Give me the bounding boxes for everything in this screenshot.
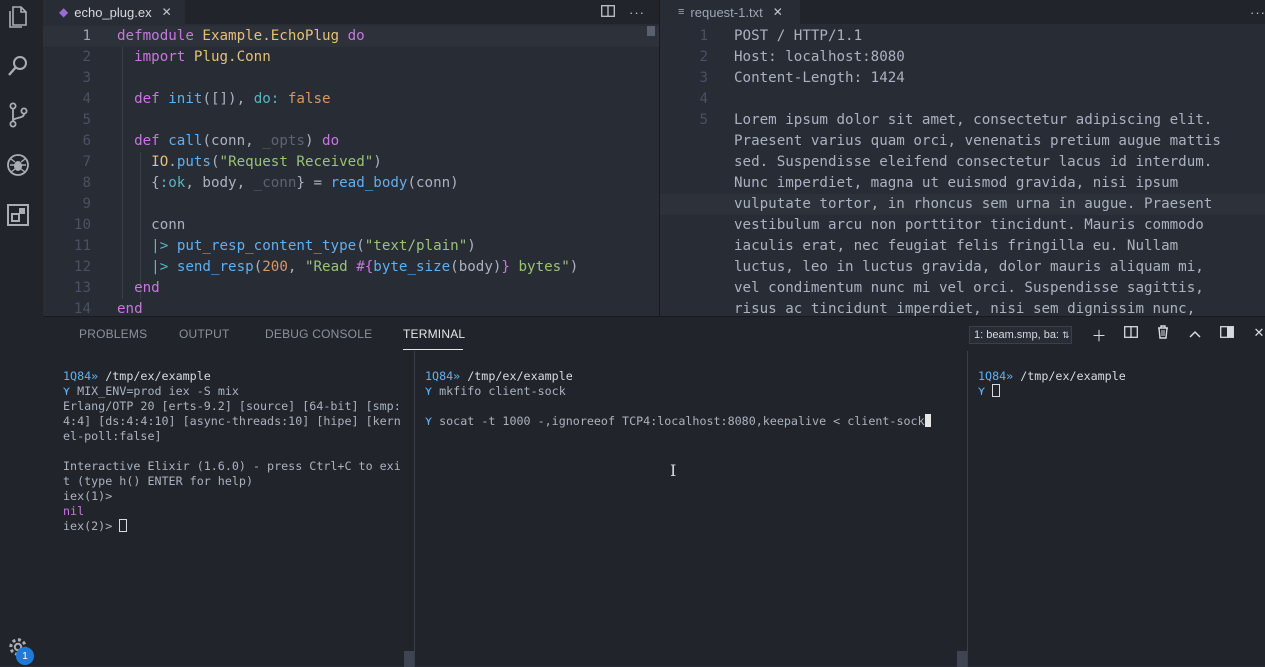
active-tab-underline	[403, 349, 463, 350]
text-line-wrap: iaculis erat, nec feugiat felis fringill…	[734, 238, 1179, 254]
text-line-wrap: vestibulum arcu non porttitor tincidunt.…	[734, 217, 1204, 233]
text-line-wrap: Praesent varius quam orci, venenatis pre…	[734, 133, 1221, 149]
text-cursor-icon: I	[670, 461, 677, 480]
terminal-2-scrollbar[interactable]	[957, 651, 967, 667]
debug-icon[interactable]	[5, 152, 31, 178]
text-line: 1 POST / HTTP/1.1	[699, 28, 863, 44]
code-line: 14 end	[73, 301, 143, 316]
terminal-1[interactable]: 1Q84» /tmp/ex/example ⋎ MIX_ENV=prod iex …	[63, 369, 403, 534]
tab-debug-console[interactable]: DEBUG CONSOLE	[265, 327, 372, 341]
code-line: 2 import Plug.Conn	[82, 49, 271, 65]
close-icon[interactable]: ✕	[162, 5, 172, 19]
terminal-1-scrollbar[interactable]	[404, 651, 414, 667]
left-editor-group: ◆ echo_plug.ex ✕ ··· 1 defmodule Example.…	[43, 0, 659, 316]
overview-ruler-mark	[647, 26, 655, 36]
code-line: 7 IO.puts("Request Received")	[82, 154, 382, 170]
split-terminal-icon[interactable]	[1123, 325, 1139, 346]
notification-badge: 1	[16, 647, 34, 665]
tab-terminal[interactable]: TERMINAL	[403, 327, 465, 341]
text-line-wrap: luctus, leo in luctus gravida, dolor mau…	[734, 259, 1204, 275]
activity-bar: 1	[0, 0, 43, 666]
code-line: 6 def call(conn, _opts) do	[82, 133, 340, 149]
code-line: 10 conn	[73, 217, 186, 233]
extensions-icon[interactable]	[5, 202, 31, 228]
text-line-wrap: sed. Suspendisse eleifend consectetur la…	[734, 154, 1213, 170]
panel: PROBLEMS OUTPUT DEBUG CONSOLE TERMINAL 1…	[43, 316, 1265, 667]
text-line-wrap: Nunc imperdiet, magna ut euismod gravida…	[734, 175, 1179, 191]
text-line: 2 Host: localhost:8080	[699, 49, 905, 65]
chevron-up-icon[interactable]	[1187, 325, 1203, 346]
terminal-select[interactable]: 1: beam.smp, ba: ⇅	[969, 326, 1072, 344]
close-icon[interactable]: ✕	[773, 5, 783, 19]
text-file-icon: ≡	[678, 6, 685, 18]
right-tab-bar: ≡ request-1.txt ✕ ···	[660, 0, 1265, 24]
tab-output[interactable]: OUTPUT	[179, 327, 230, 341]
terminal-select-value: 1: beam.smp, ba:	[974, 329, 1059, 341]
tab-label: echo_plug.ex	[74, 4, 152, 20]
panel-tabs: PROBLEMS OUTPUT DEBUG CONSOLE TERMINAL 1…	[43, 317, 1265, 351]
code-line: 8 {:ok, body, _conn} = read_body(conn)	[82, 175, 459, 191]
elixir-file-icon: ◆	[59, 5, 69, 19]
search-icon[interactable]	[5, 53, 31, 79]
source-control-icon[interactable]	[5, 102, 31, 128]
terminal-divider	[967, 351, 968, 667]
tab-label: request-1.txt	[690, 4, 763, 20]
terminal-2[interactable]: 1Q84» /tmp/ex/example ⋎ mkfifo client-soc…	[425, 369, 965, 429]
right-editor-group: ≡ request-1.txt ✕ ··· 1 POST / HTTP/1.1 2…	[659, 0, 1265, 316]
more-actions-icon[interactable]: ···	[1250, 5, 1265, 20]
trash-icon[interactable]	[1155, 325, 1171, 346]
left-tab-bar: ◆ echo_plug.ex ✕ ···	[43, 0, 659, 24]
code-line: 12 |> send_resp(200, "Read #{byte_size(b…	[73, 259, 579, 275]
terminal-3[interactable]: 1Q84» /tmp/ex/example ⋎	[978, 369, 1258, 399]
text-line: 5 Lorem ipsum dolor sit amet, consectetur…	[699, 112, 1213, 128]
code-line: 9	[82, 196, 91, 212]
files-icon[interactable]	[5, 4, 31, 30]
left-code-area[interactable]: 1 defmodule Example.EchoPlug do 2 import …	[43, 26, 659, 316]
text-line: 3 Content-Length: 1424	[699, 70, 905, 86]
code-line: 11 |> put_resp_content_type("text/plain"…	[73, 238, 476, 254]
toggle-panel-icon[interactable]	[1219, 325, 1235, 346]
tab-problems[interactable]: PROBLEMS	[79, 327, 147, 341]
code-line: 1 defmodule Example.EchoPlug do	[43, 26, 659, 47]
text-line-wrap: vel condimentum nunc mi vel orci. Suspen…	[734, 280, 1204, 296]
code-line: 4 def init([]), do: false	[82, 91, 331, 107]
chevron-updown-icon: ⇅	[1062, 329, 1070, 340]
text-line-wrap: risus ac tincidunt imperdiet, nisi sem d…	[734, 301, 1196, 316]
terminal-divider	[414, 351, 415, 667]
text-line-wrap: vulputate tortor, in rhoncus sem urna in…	[660, 194, 1265, 215]
more-actions-icon[interactable]: ···	[629, 5, 645, 20]
code-line: 5	[82, 112, 91, 128]
plus-icon[interactable]: ＋	[1091, 325, 1107, 346]
code-line: 13 end	[73, 280, 160, 296]
tab-request-1[interactable]: ≡ request-1.txt ✕	[660, 0, 800, 24]
split-editor-icon[interactable]	[601, 4, 615, 20]
code-line: 3	[82, 70, 91, 86]
text-line: 4	[699, 91, 708, 107]
right-text-area[interactable]: 1 POST / HTTP/1.1 2 Host: localhost:8080 3…	[660, 26, 1265, 316]
close-icon[interactable]: ✕	[1251, 325, 1265, 346]
tab-echo-plug[interactable]: ◆ echo_plug.ex ✕	[43, 0, 185, 24]
